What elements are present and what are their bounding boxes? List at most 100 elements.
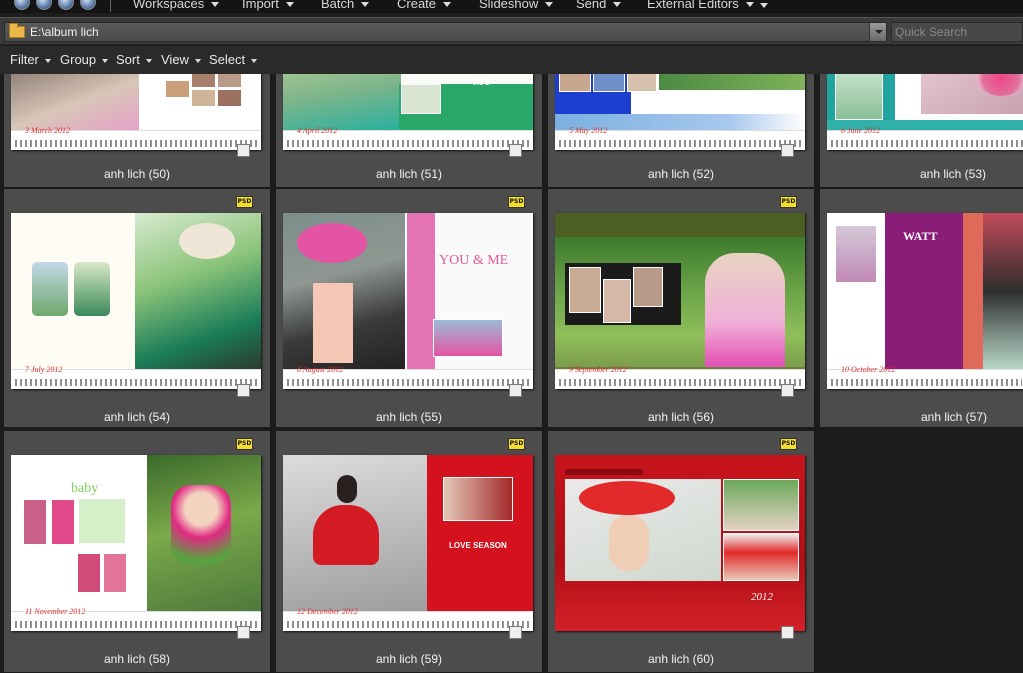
chevron-down-icon — [361, 2, 370, 8]
menu-label: Batch — [321, 0, 355, 11]
path-field[interactable]: E:\album lich — [4, 22, 887, 42]
thumbnail-image: 6 June 2012 — [827, 74, 1023, 150]
select-checkbox[interactable] — [237, 626, 250, 639]
photo-face — [609, 515, 649, 571]
rotate-icon[interactable] — [58, 0, 74, 10]
home-icon[interactable] — [14, 0, 30, 10]
menu-batch[interactable]: Batch — [321, 0, 370, 11]
decor-text: WATT — [903, 229, 938, 243]
thumbnail-card[interactable]: 5 May 2012 anh lich (52) — [547, 74, 815, 188]
thumbnail-card[interactable]: 6 June 2012 anh lich (53) — [819, 74, 1023, 188]
quick-search-input[interactable] — [891, 22, 1023, 42]
select-menu[interactable]: Select — [209, 52, 258, 67]
thumbnail-card[interactable]: PSD 9 September 2012 anh lich (56) — [547, 188, 815, 428]
thumbnail-caption: anh lich (60) — [647, 652, 715, 666]
menu-import[interactable]: Import — [242, 0, 294, 11]
psd-badge: PSD — [780, 196, 797, 208]
select-checkbox[interactable] — [509, 626, 522, 639]
back-icon[interactable] — [36, 0, 52, 10]
thumbnail-caption: anh lich (59) — [375, 652, 443, 666]
mini-photo — [73, 261, 111, 317]
thumbnail-grid: 3 March 2012 anh lich (50) MY 4 April 20… — [0, 74, 1023, 673]
psd-badge: PSD — [236, 438, 253, 450]
sort-menu[interactable]: Sort — [116, 52, 152, 67]
thumbnail-card[interactable]: 3 March 2012 anh lich (50) — [3, 74, 271, 188]
thumbnail-caption: anh lich (56) — [647, 410, 715, 424]
select-checkbox[interactable] — [509, 144, 522, 157]
photo-red-hat — [579, 481, 675, 515]
month-label: 5 May 2012 — [569, 126, 608, 135]
chevron-down-icon — [443, 2, 452, 8]
psd-badge: PSD — [780, 438, 797, 450]
thumbnail-caption: anh lich (50) — [103, 167, 171, 181]
more-menu-icon[interactable] — [760, 3, 768, 8]
decor-text: LOVE SEASON — [449, 541, 507, 550]
menu-send[interactable]: Send — [576, 0, 622, 11]
olive-header — [555, 213, 805, 237]
mini-photo — [559, 74, 591, 92]
mini-photo — [77, 553, 101, 593]
chevron-down-icon — [745, 2, 754, 8]
menu-create[interactable]: Create — [397, 0, 452, 11]
thumbnail-image: 2012 — [555, 455, 805, 631]
thumbnail-card[interactable]: PSD 2012 anh lich (60) — [547, 430, 815, 673]
photo-hat — [179, 223, 235, 259]
mini-photo — [23, 499, 47, 545]
select-checkbox[interactable] — [237, 384, 250, 397]
mini-photo — [165, 80, 190, 98]
sort-label: Sort — [116, 52, 140, 67]
thumbnail-card[interactable]: PSD baby 11 November 2012 anh lich (58) — [3, 430, 271, 673]
select-checkbox[interactable] — [237, 144, 250, 157]
photo-head — [337, 475, 357, 503]
view-menu[interactable]: View — [161, 52, 201, 67]
group-menu[interactable]: Group — [60, 52, 109, 67]
mini-photo — [31, 261, 69, 317]
menu-slideshow[interactable]: Slideshow — [479, 0, 554, 11]
refresh-icon[interactable] — [80, 0, 96, 10]
photo-girl — [983, 213, 1023, 369]
photo-child — [171, 485, 231, 565]
decor-text: YOU & ME — [439, 253, 509, 268]
mini-photo — [835, 225, 877, 283]
menu-label: Slideshow — [479, 0, 539, 11]
filter-menu[interactable]: Filter — [10, 52, 51, 67]
thumbnail-image: YOU & ME 8 August 2012 — [283, 213, 533, 389]
thumbnail-card[interactable]: PSD 7 July 2012 anh lich (54) — [3, 188, 271, 428]
thumbnail-card[interactable]: PSD LOVE SEASON 12 December 2012 anh lic… — [275, 430, 543, 673]
select-checkbox[interactable] — [781, 384, 794, 397]
mini-photo — [569, 267, 601, 313]
menu-label: External Editors — [647, 0, 739, 11]
thumbnail-image: LOVE SEASON 12 December 2012 — [283, 455, 533, 631]
chevron-down-icon — [251, 58, 258, 63]
mint-block — [79, 499, 125, 543]
select-label: Select — [209, 52, 246, 67]
thumbnail-card[interactable]: WATT 10 October 2012 anh lich (57) — [819, 188, 1023, 428]
path-dropdown-button[interactable] — [869, 23, 886, 41]
thumbnail-card[interactable]: PSD YOU & ME 8 August 2012 anh lich (55) — [275, 188, 543, 428]
month-label: 12 December 2012 — [297, 607, 358, 616]
mini-photo — [217, 74, 242, 88]
decor-text: baby — [71, 481, 99, 496]
mini-photo — [627, 74, 657, 92]
mini-photo — [835, 74, 883, 120]
mini-photo — [103, 553, 127, 593]
thumbnail-caption: anh lich (53) — [919, 167, 987, 181]
address-bar: E:\album lich — [0, 17, 1023, 45]
select-checkbox[interactable] — [781, 144, 794, 157]
menu-external-editors[interactable]: External Editors — [647, 0, 754, 11]
path-text: E:\album lich — [30, 25, 99, 39]
photo-red-cape — [313, 505, 379, 565]
photo-pink-hat — [297, 223, 367, 263]
chevron-down-icon — [145, 58, 152, 63]
menu-workspaces[interactable]: Workspaces — [133, 0, 220, 11]
mini-photo — [51, 499, 75, 545]
month-label: 8 August 2012 — [297, 365, 344, 374]
thumbnail-image: WATT 10 October 2012 — [827, 213, 1023, 389]
photo-girl — [283, 74, 401, 130]
filter-label: Filter — [10, 52, 39, 67]
thumbnail-card[interactable]: MY 4 April 2012 anh lich (51) — [275, 74, 543, 188]
select-checkbox[interactable] — [781, 626, 794, 639]
photo-band — [401, 74, 533, 84]
thumbnail-caption: anh lich (57) — [920, 410, 988, 424]
select-checkbox[interactable] — [509, 384, 522, 397]
